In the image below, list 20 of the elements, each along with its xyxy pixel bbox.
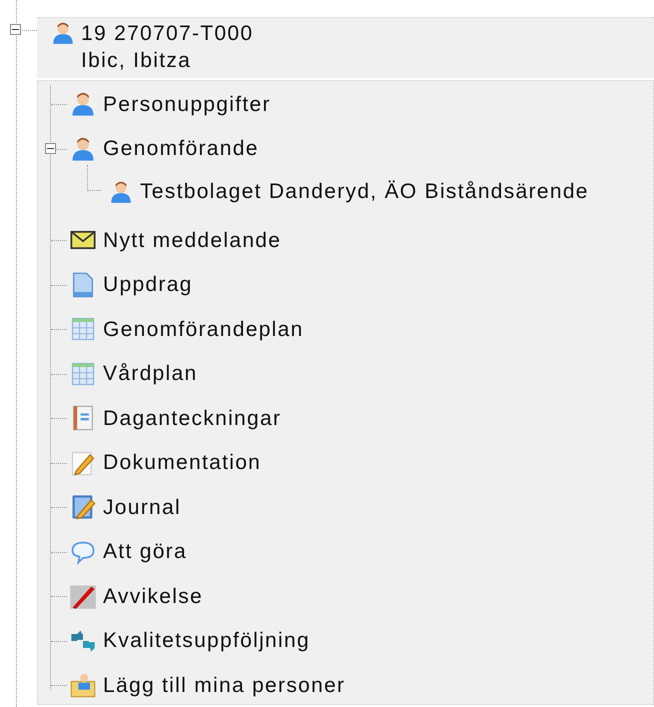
tree-item-label[interactable]: Journal [103,492,181,523]
tree-item-label[interactable]: Genomförandeplan [103,314,304,345]
collapse-toggle[interactable] [10,24,21,35]
collapse-toggle[interactable] [45,142,56,154]
tree-item-label[interactable]: Lägg till mina personer [103,670,346,701]
selected-node-background[interactable]: 19 270707-T000 Ibic, Ibitza [37,17,654,78]
tree-item-label[interactable]: Att göra [103,536,187,568]
tree-item-label[interactable]: Testbolaget Danderyd, ÄO Biståndsärende [140,176,589,208]
tree-item-label[interactable]: Vårdplan [103,358,198,390]
tree-item-label[interactable]: Personuppgifter [103,88,271,120]
tree-item-label[interactable]: Ibic, Ibitza [81,47,254,74]
tree-item-label[interactable]: Nytt meddelande [103,224,282,256]
tree-item-label[interactable]: Uppdrag [103,269,193,300]
tree-item-label[interactable]: Dokumentation [103,447,262,478]
tree-item-label[interactable]: Avvikelse [103,580,204,612]
tree-item-label[interactable]: Genomförande [103,133,259,164]
folder-person-icon [69,671,97,700]
tree-item-label[interactable]: Kvalitetsuppföljning [103,625,310,656]
tree-item-label[interactable]: 19 270707-T000 [81,20,254,47]
tree-item-label[interactable]: Daganteckningar [103,402,282,434]
